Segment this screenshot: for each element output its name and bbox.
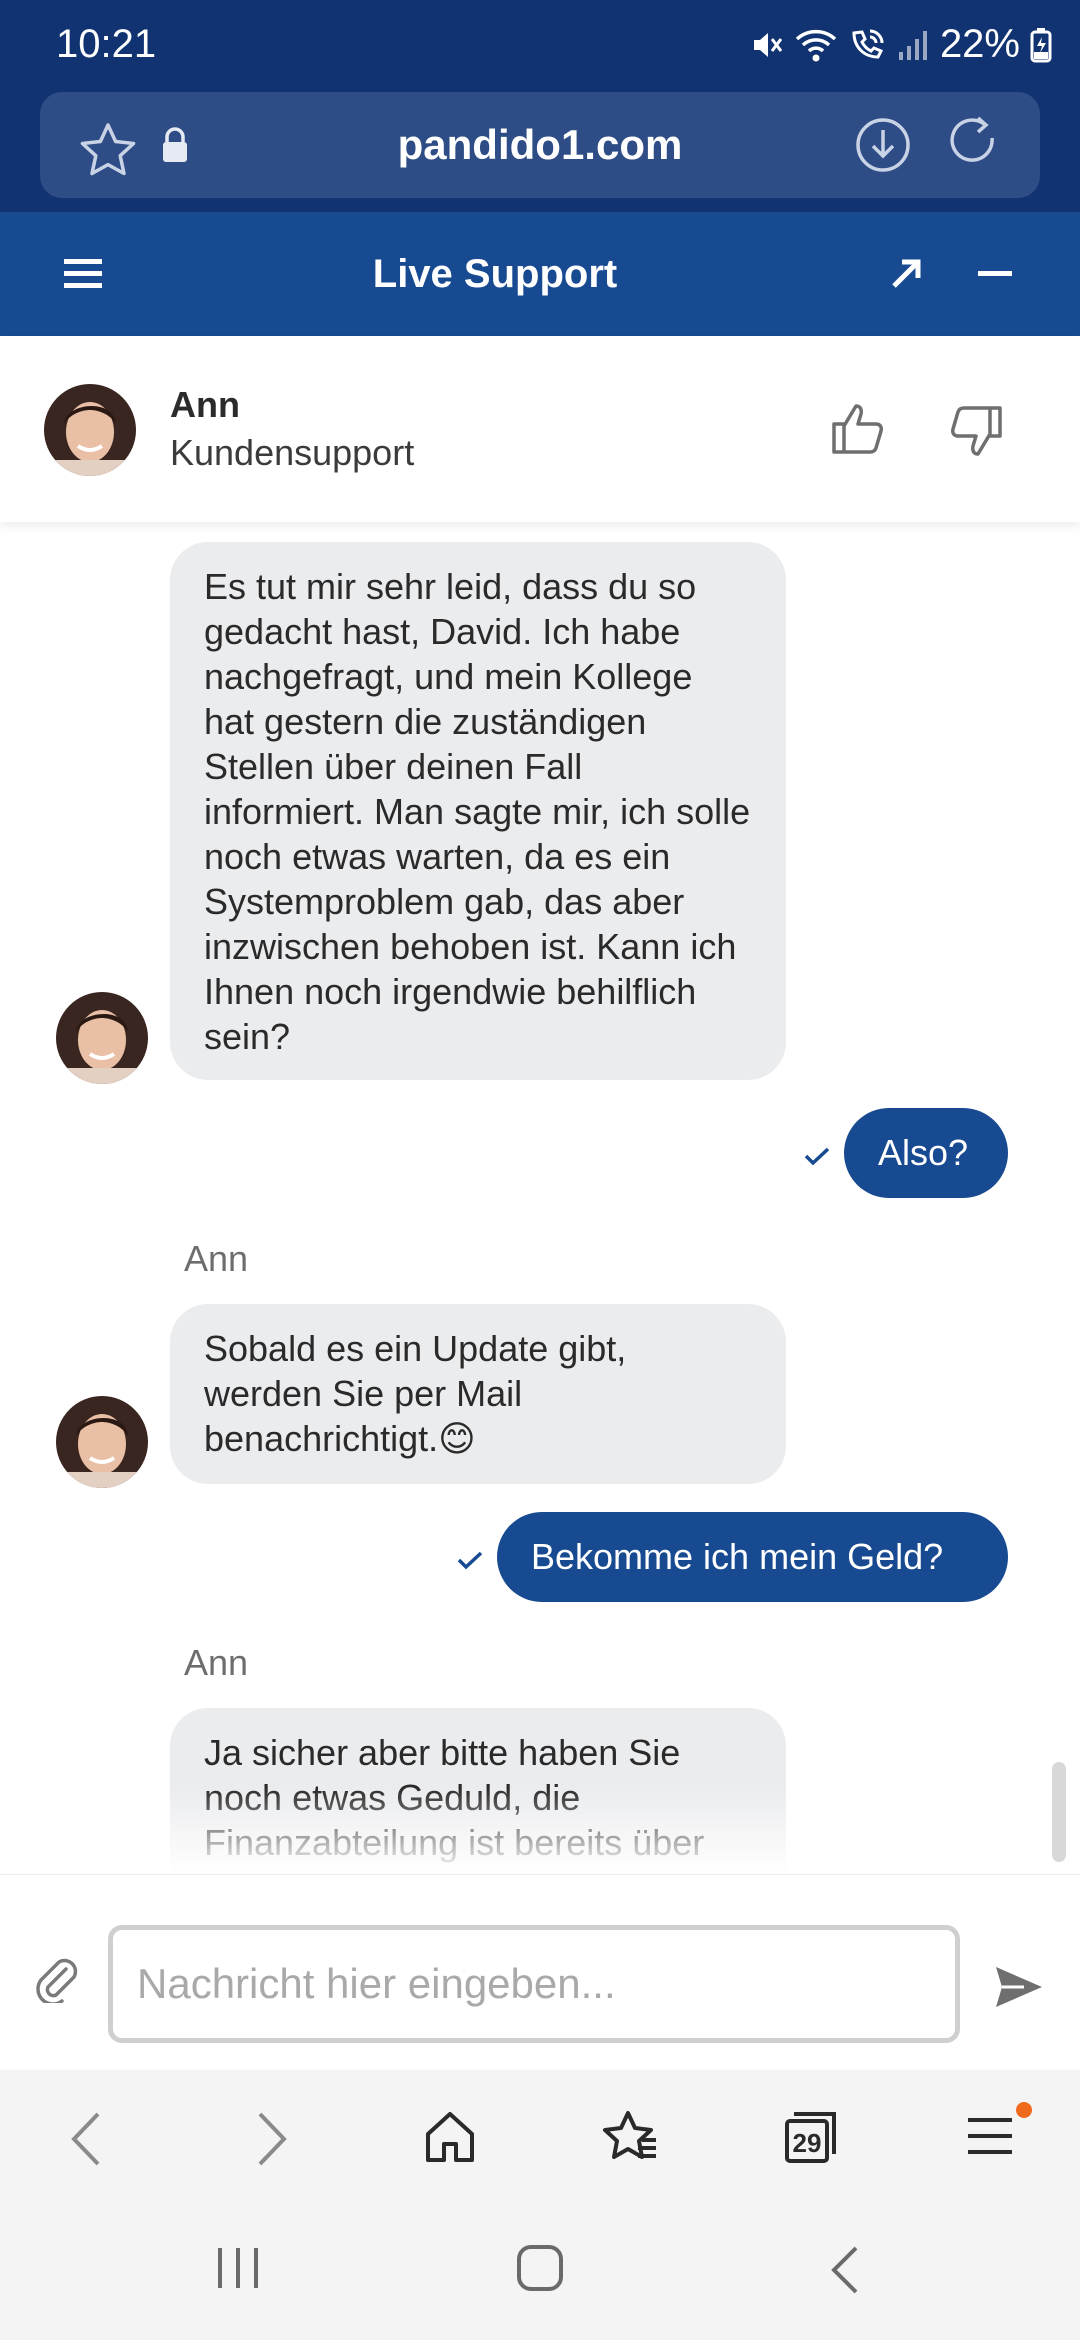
- chat-messages[interactable]: Es tut mir sehr leid, dass du so gedacht…: [0, 522, 1080, 1874]
- user-message: Also?: [844, 1108, 1008, 1198]
- system-navigation-bar: [0, 2210, 1080, 2340]
- recent-apps-icon[interactable]: [214, 2246, 262, 2290]
- menu-lines-icon: [968, 2118, 1012, 2154]
- tabs-button[interactable]: 29: [784, 2110, 838, 2164]
- status-icons: 22%: [750, 22, 1052, 67]
- sent-check-icon: [804, 1147, 830, 1166]
- browser-toolbar: 29: [0, 2070, 1080, 2210]
- chat-scrollbar[interactable]: [1052, 1762, 1066, 1862]
- tab-count: 29: [792, 2128, 822, 2158]
- download-icon[interactable]: [854, 116, 912, 174]
- agent-role: Kundensupport: [170, 432, 415, 473]
- home-icon[interactable]: [424, 2110, 476, 2164]
- live-support-header: Live Support: [0, 212, 1080, 336]
- message-sender: Ann: [184, 1238, 249, 1279]
- popout-arrow-icon[interactable]: [890, 256, 924, 290]
- agent-avatar: [56, 992, 148, 1084]
- sent-check-icon: [457, 1551, 483, 1570]
- signal-icon: [898, 30, 927, 60]
- wifi-call-icon: [852, 29, 884, 59]
- send-icon[interactable]: [994, 1965, 1044, 2009]
- paperclip-attach-icon[interactable]: [34, 1955, 78, 2003]
- thumbs-up-icon[interactable]: [830, 400, 884, 456]
- back-arrow-icon[interactable]: [70, 2110, 102, 2168]
- wifi-icon: [795, 29, 837, 61]
- url-bar[interactable]: pandido1.com: [40, 92, 1040, 198]
- agent-header: Ann Kundensupport: [0, 336, 1080, 522]
- home-nav-icon[interactable]: [516, 2244, 564, 2292]
- agent-message: Sobald es ein Update gibt, werden Sie pe…: [170, 1304, 786, 1484]
- mute-icon: [753, 32, 783, 57]
- minimize-icon[interactable]: [978, 271, 1012, 277]
- message-sender: Ann: [184, 1642, 249, 1683]
- status-time: 10:21: [56, 22, 157, 66]
- forward-arrow-icon[interactable]: [256, 2110, 288, 2168]
- agent-avatar: [44, 384, 136, 476]
- reload-icon[interactable]: [946, 114, 1004, 176]
- agent-avatar: [56, 1396, 148, 1488]
- bookmarks-icon[interactable]: [602, 2110, 660, 2166]
- thumbs-down-icon[interactable]: [950, 404, 1004, 460]
- battery-icon: [1030, 27, 1052, 62]
- battery-percent: 22%: [939, 22, 1020, 66]
- notification-dot: [1016, 2102, 1032, 2118]
- chat-fade: [0, 1788, 1080, 1874]
- menu-button[interactable]: [966, 2102, 1032, 2158]
- back-nav-icon[interactable]: [830, 2246, 860, 2294]
- agent-name: Ann: [170, 384, 240, 425]
- message-input-bar: [0, 1874, 1080, 2070]
- live-support-title: Live Support: [372, 252, 618, 296]
- agent-message: Es tut mir sehr leid, dass du so gedacht…: [170, 542, 786, 1080]
- message-input[interactable]: [108, 1925, 960, 2043]
- browser-top-bar: 10:21 22% pandido1.com: [0, 0, 1080, 212]
- user-message: Bekomme ich mein Geld?: [497, 1512, 1008, 1602]
